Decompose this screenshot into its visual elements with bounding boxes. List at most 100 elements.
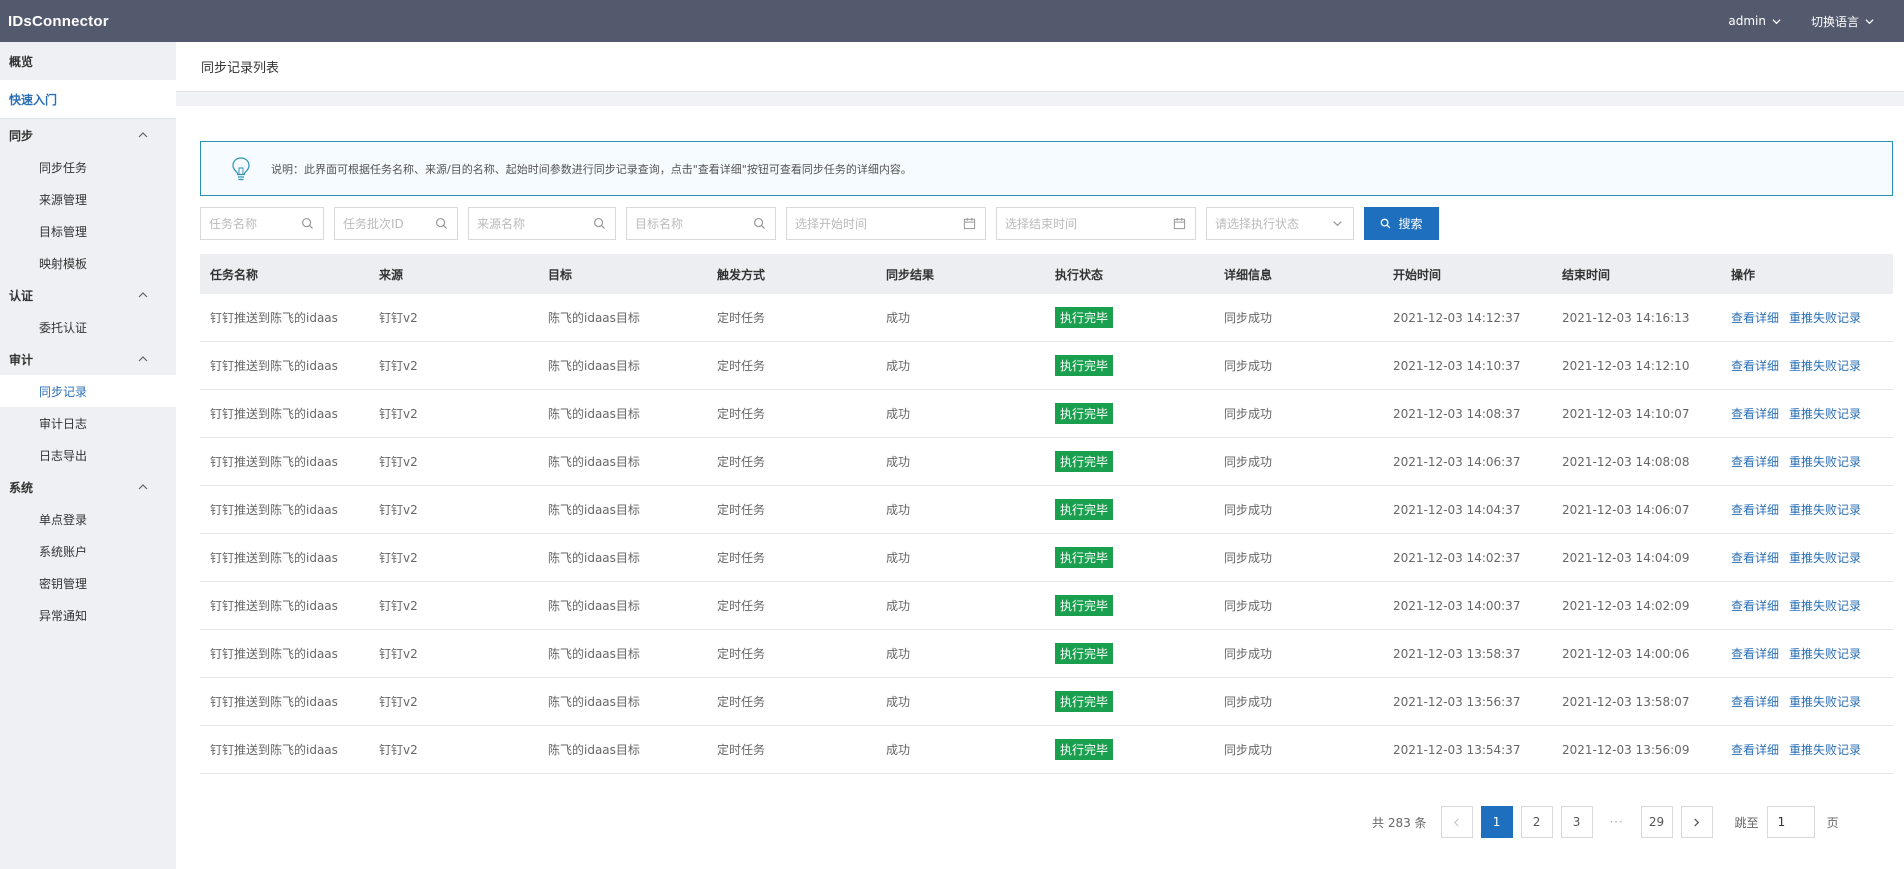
detail-cell: 同步成功 xyxy=(1224,311,1273,325)
sidebar-item-overview[interactable]: 概览 xyxy=(0,42,176,80)
trigger-cell: 定时任务 xyxy=(717,311,766,325)
page-button[interactable]: 29 xyxy=(1640,806,1673,838)
view-detail-link[interactable]: 查看详细 xyxy=(1731,455,1779,469)
user-menu[interactable]: admin xyxy=(1728,14,1781,28)
sidebar-item-sync-task[interactable]: 同步任务 xyxy=(0,151,176,183)
retry-failed-link[interactable]: 重推失败记录 xyxy=(1789,695,1861,709)
start-time-cell: 2021-12-03 14:12:37 xyxy=(1393,310,1521,325)
trigger-cell: 定时任务 xyxy=(717,407,766,421)
column-header: 同步结果 xyxy=(886,267,935,282)
retry-failed-link[interactable]: 重推失败记录 xyxy=(1789,311,1861,325)
column-header: 触发方式 xyxy=(717,267,766,282)
result-cell: 成功 xyxy=(886,311,911,325)
table-row: 钉钉推送到陈飞的idaas 钉钉v2 陈飞的idaas目标 定时任务 成功 执行完毕 同步成… xyxy=(200,678,1893,726)
sidebar-group-sync[interactable]: 同步 xyxy=(0,119,176,151)
task-name-cell: 钉钉推送到陈飞的idaas xyxy=(210,311,338,325)
detail-cell: 同步成功 xyxy=(1224,599,1273,613)
actions-cell: 查看详细 重推失败记录 xyxy=(1721,501,1893,518)
sidebar-item-delegated-auth[interactable]: 委托认证 xyxy=(0,311,176,343)
status-placeholder: 请选择执行状态 xyxy=(1215,216,1300,231)
table-row: 钉钉推送到陈飞的idaas 钉钉v2 陈飞的idaas目标 定时任务 成功 执行完毕 同步成… xyxy=(200,582,1893,630)
view-detail-link[interactable]: 查看详细 xyxy=(1731,311,1779,325)
result-cell: 成功 xyxy=(886,647,911,661)
sidebar-group-label: 审计 xyxy=(9,352,34,367)
next-page-button[interactable] xyxy=(1680,806,1713,838)
target-cell: 陈飞的idaas目标 xyxy=(548,455,640,469)
sidebar-item-sync-records[interactable]: 同步记录 xyxy=(0,375,176,407)
sidebar-group-system[interactable]: 系统 xyxy=(0,471,176,503)
retry-failed-link[interactable]: 重推失败记录 xyxy=(1789,503,1861,517)
view-detail-link[interactable]: 查看详细 xyxy=(1731,551,1779,565)
view-detail-link[interactable]: 查看详细 xyxy=(1731,503,1779,517)
table-row: 钉钉推送到陈飞的idaas 钉钉v2 陈飞的idaas目标 定时任务 成功 执行完毕 同步成… xyxy=(200,438,1893,486)
prev-page-button[interactable] xyxy=(1440,806,1473,838)
retry-failed-link[interactable]: 重推失败记录 xyxy=(1789,551,1861,565)
source-cell: 钉钉v2 xyxy=(379,311,418,325)
view-detail-link[interactable]: 查看详细 xyxy=(1731,407,1779,421)
status-select[interactable]: 请选择执行状态 xyxy=(1206,206,1354,240)
view-detail-link[interactable]: 查看详细 xyxy=(1731,647,1779,661)
view-detail-link[interactable]: 查看详细 xyxy=(1731,359,1779,373)
view-detail-link[interactable]: 查看详细 xyxy=(1731,743,1779,757)
sidebar-item-log-export[interactable]: 日志导出 xyxy=(0,439,176,471)
target-cell: 陈飞的idaas目标 xyxy=(548,551,640,565)
search-icon xyxy=(753,217,766,229)
view-detail-link[interactable]: 查看详细 xyxy=(1731,599,1779,613)
sidebar-item-audit-log[interactable]: 审计日志 xyxy=(0,407,176,439)
sidebar-group-auth[interactable]: 认证 xyxy=(0,279,176,311)
language-switch[interactable]: 切换语言 xyxy=(1811,13,1874,30)
task-name-placeholder: 任务名称 xyxy=(209,216,258,231)
retry-failed-link[interactable]: 重推失败记录 xyxy=(1789,407,1861,421)
target-cell: 陈飞的idaas目标 xyxy=(548,695,640,709)
end-time-picker[interactable]: 选择结束时间 xyxy=(996,206,1196,240)
start-time-cell: 2021-12-03 13:58:37 xyxy=(1393,646,1521,661)
sidebar-item-key-manage[interactable]: 密钥管理 xyxy=(0,567,176,599)
page-button[interactable]: 1 xyxy=(1480,806,1513,838)
page-ellipsis[interactable]: ··· xyxy=(1601,815,1633,829)
view-detail-link[interactable]: 查看详细 xyxy=(1731,695,1779,709)
batch-id-placeholder: 任务批次ID xyxy=(343,216,404,231)
task-name-cell: 钉钉推送到陈飞的idaas xyxy=(210,599,338,613)
end-time-cell: 2021-12-03 14:06:07 xyxy=(1562,502,1690,517)
main-area: 同步记录列表 说明：此界面可根据任务名称、来源/目的名称、起始时间参数进行同步记… xyxy=(176,42,1904,869)
start-time-picker[interactable]: 选择开始时间 xyxy=(786,206,986,240)
batch-id-input[interactable]: 任务批次ID xyxy=(334,206,458,240)
sidebar-item-sso[interactable]: 单点登录 xyxy=(0,503,176,535)
status-badge: 执行完毕 xyxy=(1055,355,1114,376)
jump-page-input[interactable]: 1 xyxy=(1766,806,1815,838)
table-row: 钉钉推送到陈飞的idaas 钉钉v2 陈飞的idaas目标 定时任务 成功 执行完毕 同步成… xyxy=(200,390,1893,438)
retry-failed-link[interactable]: 重推失败记录 xyxy=(1789,359,1861,373)
retry-failed-link[interactable]: 重推失败记录 xyxy=(1789,743,1861,757)
sidebar-item-mapping-template[interactable]: 映射模板 xyxy=(0,247,176,279)
retry-failed-link[interactable]: 重推失败记录 xyxy=(1789,599,1861,613)
sidebar-item-target-manage[interactable]: 目标管理 xyxy=(0,215,176,247)
retry-failed-link[interactable]: 重推失败记录 xyxy=(1789,647,1861,661)
total-count: 共 283 条 xyxy=(1372,815,1427,830)
page-button[interactable]: 3 xyxy=(1560,806,1593,838)
actions-cell: 查看详细 重推失败记录 xyxy=(1721,597,1893,614)
page-button[interactable]: 2 xyxy=(1520,806,1553,838)
column-header: 任务名称 xyxy=(210,267,259,282)
sidebar-item-system-account[interactable]: 系统账户 xyxy=(0,535,176,567)
detail-cell: 同步成功 xyxy=(1224,407,1273,421)
task-name-cell: 钉钉推送到陈飞的idaas xyxy=(210,647,338,661)
retry-failed-link[interactable]: 重推失败记录 xyxy=(1789,455,1861,469)
table-row: 钉钉推送到陈飞的idaas 钉钉v2 陈飞的idaas目标 定时任务 成功 执行完毕 同步成… xyxy=(200,486,1893,534)
language-label: 切换语言 xyxy=(1810,14,1859,29)
result-cell: 成功 xyxy=(886,599,911,613)
actions-cell: 查看详细 重推失败记录 xyxy=(1721,645,1893,662)
task-name-input[interactable]: 任务名称 xyxy=(200,206,324,240)
source-name-input[interactable]: 来源名称 xyxy=(468,206,616,240)
target-name-input[interactable]: 目标名称 xyxy=(626,206,776,240)
column-header: 执行状态 xyxy=(1055,267,1104,282)
status-cell: 执行完毕 xyxy=(1045,691,1214,712)
sidebar-group-label: 认证 xyxy=(9,288,34,303)
sidebar-group-audit[interactable]: 审计 xyxy=(0,343,176,375)
sidebar-item-alert-notice[interactable]: 异常通知 xyxy=(0,599,176,631)
search-button[interactable]: 搜索 xyxy=(1364,206,1439,240)
jump-label: 跳至 xyxy=(1734,815,1759,830)
sidebar-item-source-manage[interactable]: 来源管理 xyxy=(0,183,176,215)
table-row: 钉钉推送到陈飞的idaas 钉钉v2 陈飞的idaas目标 定时任务 成功 执行完毕 同步成… xyxy=(200,726,1893,774)
column-header: 目标 xyxy=(548,267,573,282)
sidebar-item-quickstart[interactable]: 快速入门 xyxy=(0,80,176,118)
